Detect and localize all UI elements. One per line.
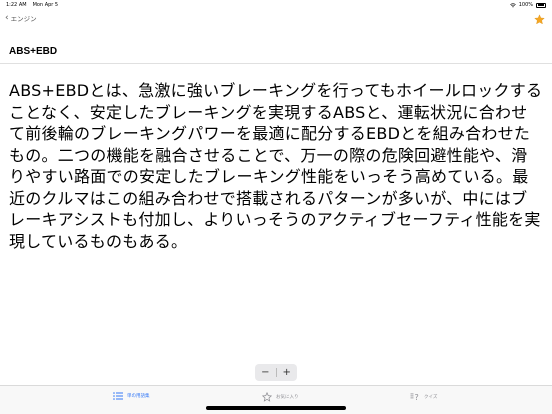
quiz-icon: ?	[410, 393, 419, 402]
list-icon	[113, 392, 123, 400]
decrease-font-button[interactable]: −	[255, 364, 276, 381]
font-size-stepper: − +	[255, 364, 297, 381]
chevron-left-icon: ‹	[5, 12, 9, 23]
status-date: Mon Apr 5	[32, 2, 59, 8]
svg-text:?: ?	[415, 393, 419, 402]
tab-quiz-label: クイズ	[424, 395, 438, 400]
star-outline-icon	[262, 392, 272, 402]
wifi-icon	[509, 2, 516, 7]
tab-quiz[interactable]: ? クイズ	[410, 392, 437, 402]
term-description: ABS+EBDとは、急激に強いブレーキングを行ってもホイールロックすることなく、…	[9, 81, 543, 251]
navigation-bar: ‹ エンジン	[0, 10, 552, 30]
page-title: ABS+EBD	[9, 46, 58, 57]
battery-icon	[536, 2, 546, 8]
favorite-star-icon[interactable]	[534, 14, 545, 25]
battery-percent: 100%	[518, 2, 533, 8]
tab-glossary[interactable]: 単の用語集	[113, 392, 150, 400]
home-indicator	[206, 406, 346, 410]
status-bar: 1:22 AM Mon Apr 5 100%	[0, 0, 552, 10]
tab-glossary-label: 単の用語集	[127, 394, 150, 399]
tab-favorites-label: お気に入り	[276, 395, 299, 400]
tab-favorites[interactable]: お気に入り	[262, 392, 299, 402]
status-time: 1:22 AM	[6, 2, 27, 8]
title-area: ABS+EBD	[0, 30, 552, 64]
back-button-label: エンジン	[10, 15, 37, 23]
increase-font-button[interactable]: +	[276, 364, 297, 381]
back-button[interactable]: ‹ エンジン	[5, 13, 37, 23]
